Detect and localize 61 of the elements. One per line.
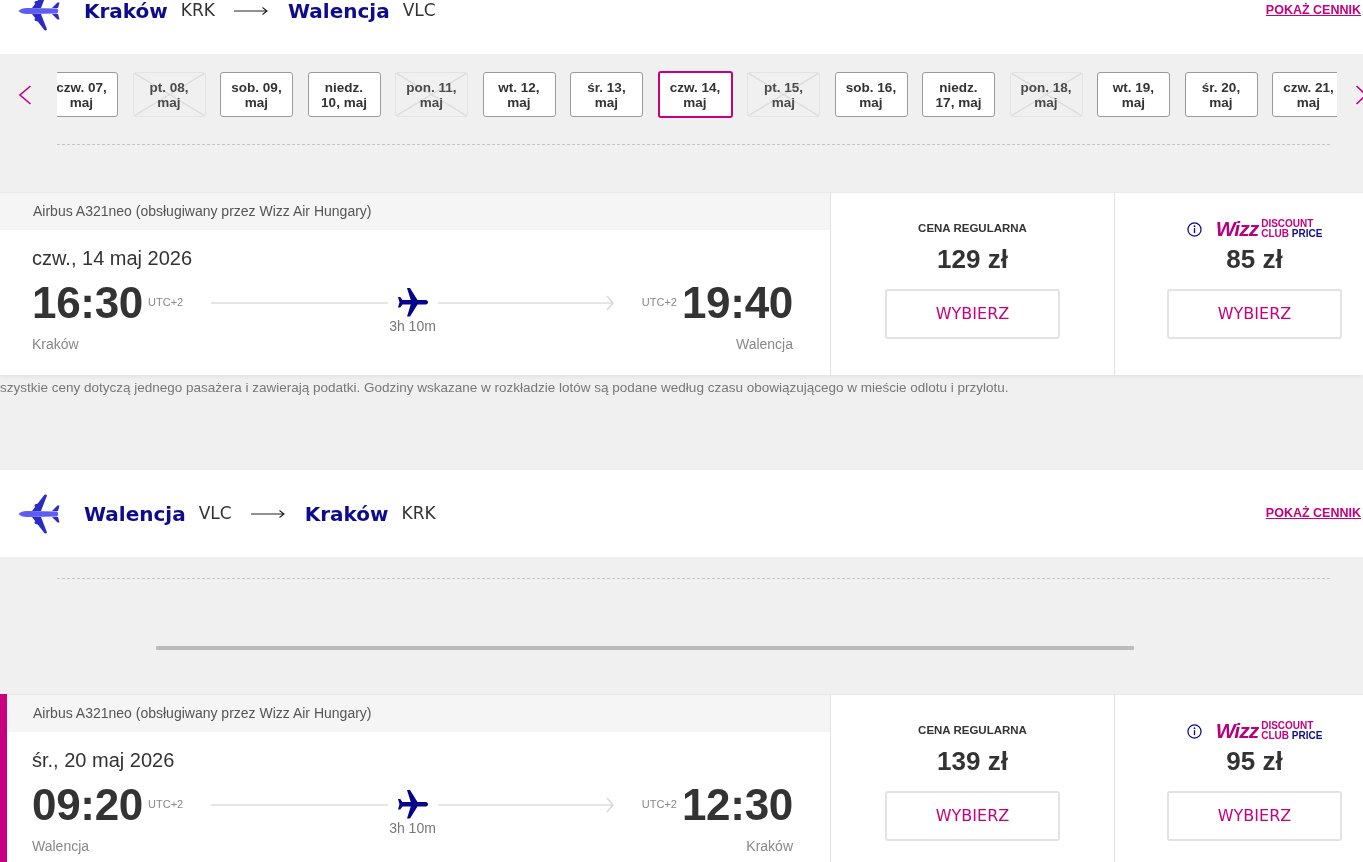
airplane-icon xyxy=(18,0,60,31)
arrival-time: 12:30 xyxy=(681,781,793,829)
departure-timezone: UTC+2 xyxy=(148,295,184,309)
flight-duration: 3h 10m xyxy=(389,318,436,335)
date-tab[interactable]: niedz. 10, maj xyxy=(307,72,381,117)
departure-time: 16:30 xyxy=(32,279,144,327)
select-button[interactable]: WYBIERZ xyxy=(885,289,1060,339)
date-tab[interactable]: wt. 12, maj xyxy=(482,72,556,117)
date-tab[interactable]: śr. 13, maj xyxy=(570,72,643,117)
destination-code: VLC xyxy=(402,0,436,22)
arrival-timezone: UTC+2 xyxy=(641,295,677,309)
fare-price: 85 zł xyxy=(1226,244,1283,274)
airplane-icon xyxy=(397,288,428,318)
flight-duration: 3h 10m xyxy=(389,820,436,837)
date-tab[interactable]: wt. 19, maj xyxy=(1097,72,1170,117)
destination-city: Walencja xyxy=(287,0,390,25)
arrival-city: Walencja xyxy=(735,336,793,353)
fare-label: CENA REGULARNA xyxy=(918,723,1027,739)
select-button[interactable]: WYBIERZ xyxy=(1167,791,1342,841)
departure-time: 09:20 xyxy=(32,781,144,829)
aircraft-info: Airbus A321neo (obsługiwany przez Wizz Air Hungary) xyxy=(33,704,372,723)
price-list-link[interactable]: POKAŻ CENNIK xyxy=(1265,1,1361,20)
date-tab[interactable]: czw. 07, maj xyxy=(57,72,118,117)
scroll-bar[interactable] xyxy=(156,646,1134,650)
chevron-right-icon[interactable] xyxy=(1355,84,1363,105)
select-button[interactable]: WYBIERZ xyxy=(885,791,1060,841)
departure-city: Kraków xyxy=(32,336,79,353)
destination-code: KRK xyxy=(401,501,436,525)
price-note: szystkie ceny dotyczą jednego pasażera i zawierają podatki. Godziny wskazane w rozkładzie lotów są podane według czasu obowiązującego w mieście odlotu i przylotu. xyxy=(0,380,1009,395)
origin-code: VLC xyxy=(198,501,232,525)
arrow-icon xyxy=(250,508,285,519)
aircraft-info: Airbus A321neo (obsługiwany przez Wizz Air Hungary) xyxy=(33,202,372,221)
date-tab[interactable]: czw. 21, maj xyxy=(1272,72,1337,117)
airplane-icon xyxy=(397,790,428,820)
fare-price: 139 zł xyxy=(937,746,1008,776)
select-button[interactable]: WYBIERZ xyxy=(1167,289,1342,339)
date-tab[interactable]: niedz. 17, maj xyxy=(922,72,995,117)
origin-city: Kraków xyxy=(84,0,168,25)
flight-date: czw., 14 maj 2026 xyxy=(32,246,194,270)
flight-date: śr., 20 maj 2026 xyxy=(32,748,176,772)
fare-price: 129 zł xyxy=(937,244,1008,274)
arrival-city: Kraków xyxy=(746,838,793,855)
date-tab[interactable]: śr. 20, maj xyxy=(1184,72,1258,117)
date-tab[interactable]: sob. 16, maj xyxy=(834,72,908,117)
date-tab[interactable]: sob. 09, maj xyxy=(220,72,293,117)
fare-price: 95 zł xyxy=(1226,746,1283,776)
arrival-timezone: UTC+2 xyxy=(641,797,677,811)
arrival-time: 19:40 xyxy=(681,279,793,327)
departure-city: Walencja xyxy=(32,838,90,855)
info-icon[interactable] xyxy=(1186,221,1202,237)
destination-city: Kraków xyxy=(304,500,389,528)
origin-code: KRK xyxy=(180,0,215,22)
origin-city: Walencja xyxy=(84,500,186,528)
info-icon[interactable] xyxy=(1186,723,1202,739)
arrow-icon xyxy=(233,5,268,16)
chevron-left-icon[interactable] xyxy=(18,84,32,105)
date-tab[interactable]: czw. 14, maj xyxy=(657,71,733,118)
departure-timezone: UTC+2 xyxy=(148,797,184,811)
fare-label: CENA REGULARNA xyxy=(918,221,1027,237)
airplane-icon xyxy=(18,493,60,534)
price-list-link[interactable]: POKAŻ CENNIK xyxy=(1265,504,1361,523)
